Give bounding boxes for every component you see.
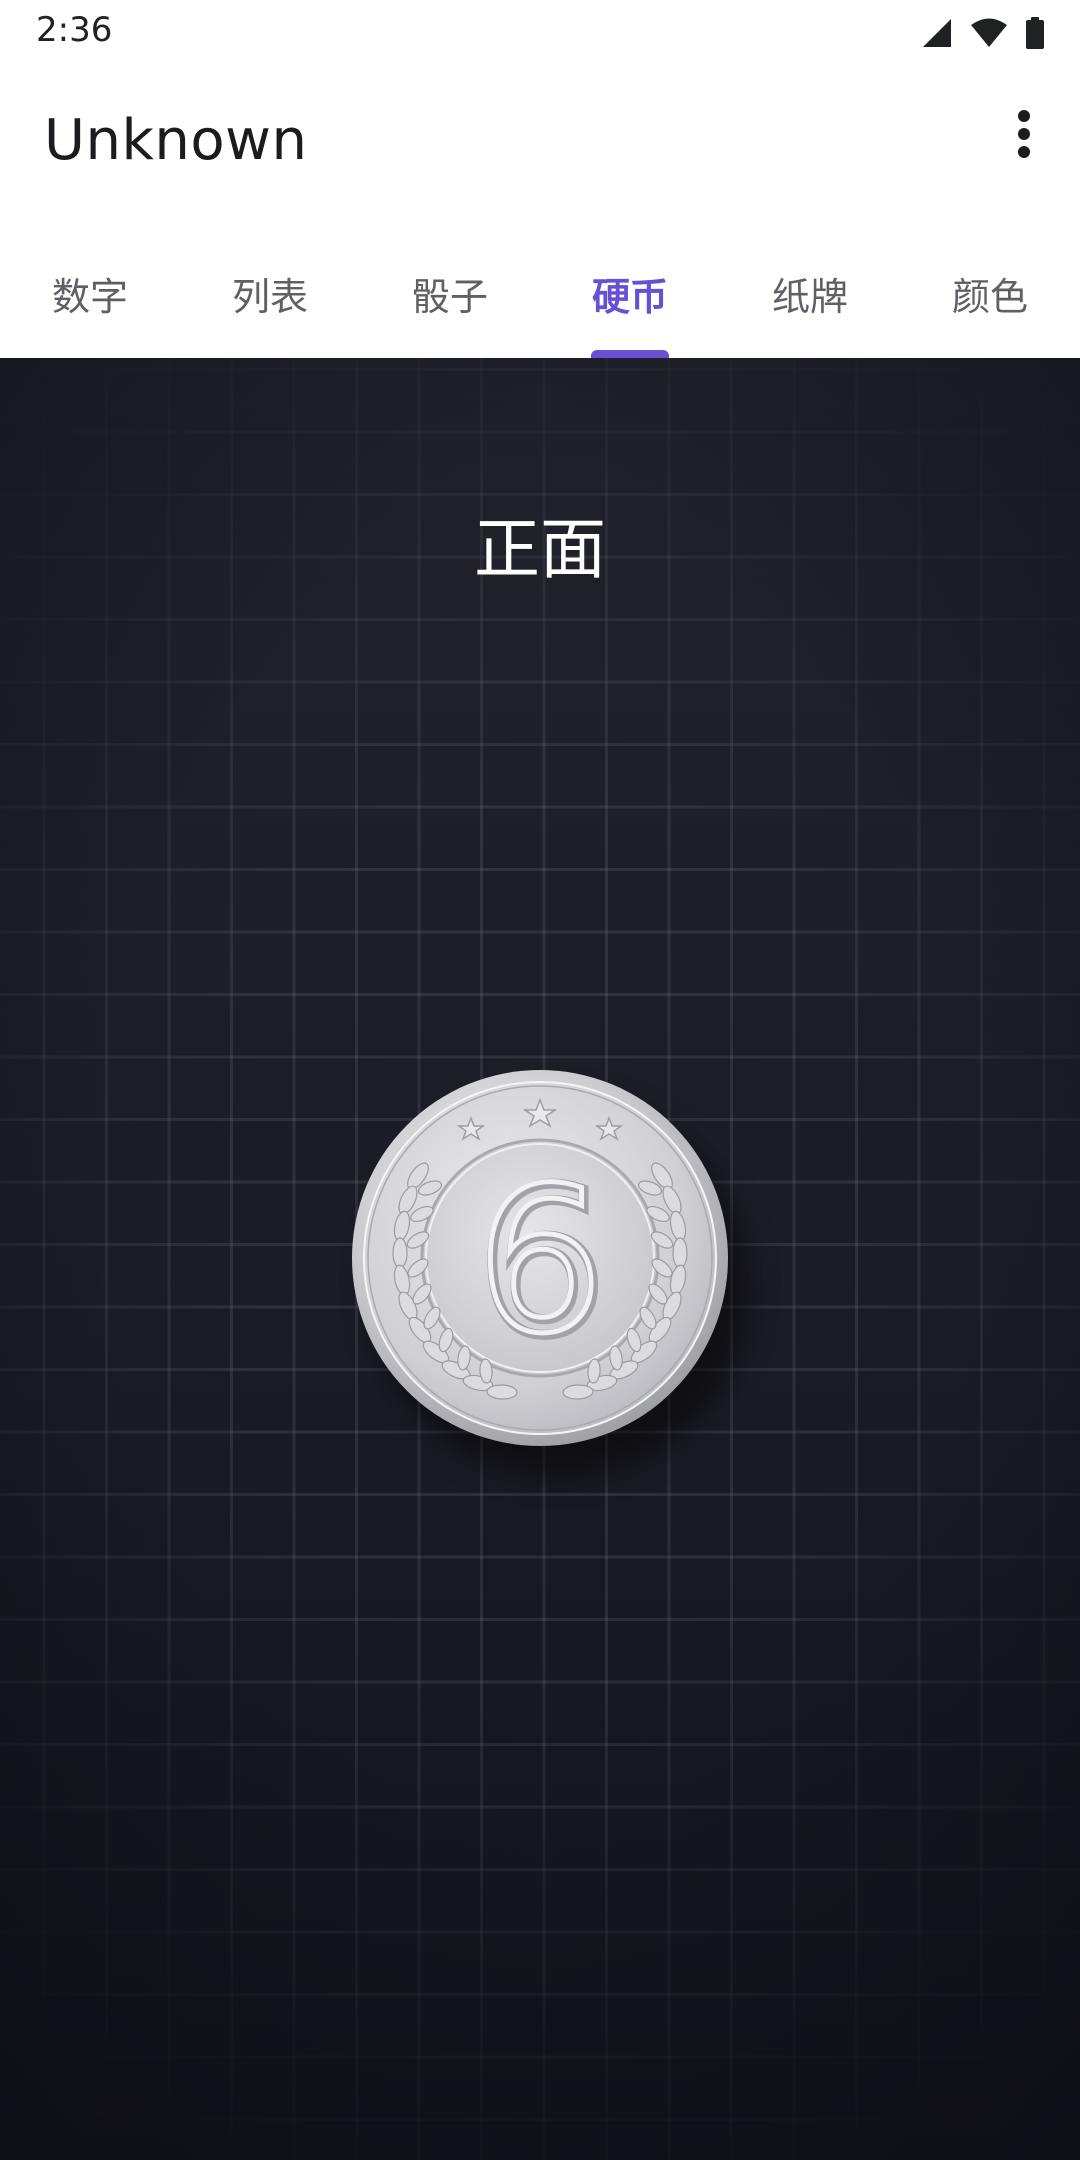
coin[interactable]: 6 6 <box>350 1068 730 1448</box>
app-bar: Unknown <box>0 66 1080 226</box>
screen: 2:36 Unknown 数字 列表 骰子 硬币 纸牌 颜色 正面 6 6 <box>0 0 1080 2160</box>
tab-label: 数字 <box>51 275 128 319</box>
tab-indicator <box>591 350 669 358</box>
tab-number[interactable]: 数字 <box>0 226 180 358</box>
coin-flip-area[interactable]: 正面 6 6 <box>0 358 1080 2160</box>
tab-coin[interactable]: 硬币 <box>540 226 720 358</box>
tab-bar: 数字 列表 骰子 硬币 纸牌 颜色 <box>0 226 1080 358</box>
more-options-button[interactable] <box>994 106 1054 166</box>
tab-label: 列表 <box>231 275 308 319</box>
status-time: 2:36 <box>36 10 113 50</box>
tab-label: 颜色 <box>951 275 1028 319</box>
tab-label: 骰子 <box>411 275 488 319</box>
coin-result: 正面 <box>474 511 606 588</box>
tab-color[interactable]: 颜色 <box>900 226 1080 358</box>
battery-icon <box>1026 17 1044 49</box>
coin-face-number-highlight: 6 <box>476 1145 603 1378</box>
wifi-icon <box>970 18 1008 48</box>
signal-icon <box>922 18 952 48</box>
tab-list[interactable]: 列表 <box>180 226 360 358</box>
tab-label: 硬币 <box>591 275 668 319</box>
status-bar: 2:36 <box>0 0 1080 66</box>
tab-dice[interactable]: 骰子 <box>360 226 540 358</box>
coin-icon: 6 6 <box>352 1070 728 1446</box>
tab-label: 纸牌 <box>771 275 848 319</box>
tab-cards[interactable]: 纸牌 <box>720 226 900 358</box>
more-vert-icon <box>1017 109 1031 163</box>
status-icons <box>922 16 1044 50</box>
app-title: Unknown <box>44 108 308 173</box>
